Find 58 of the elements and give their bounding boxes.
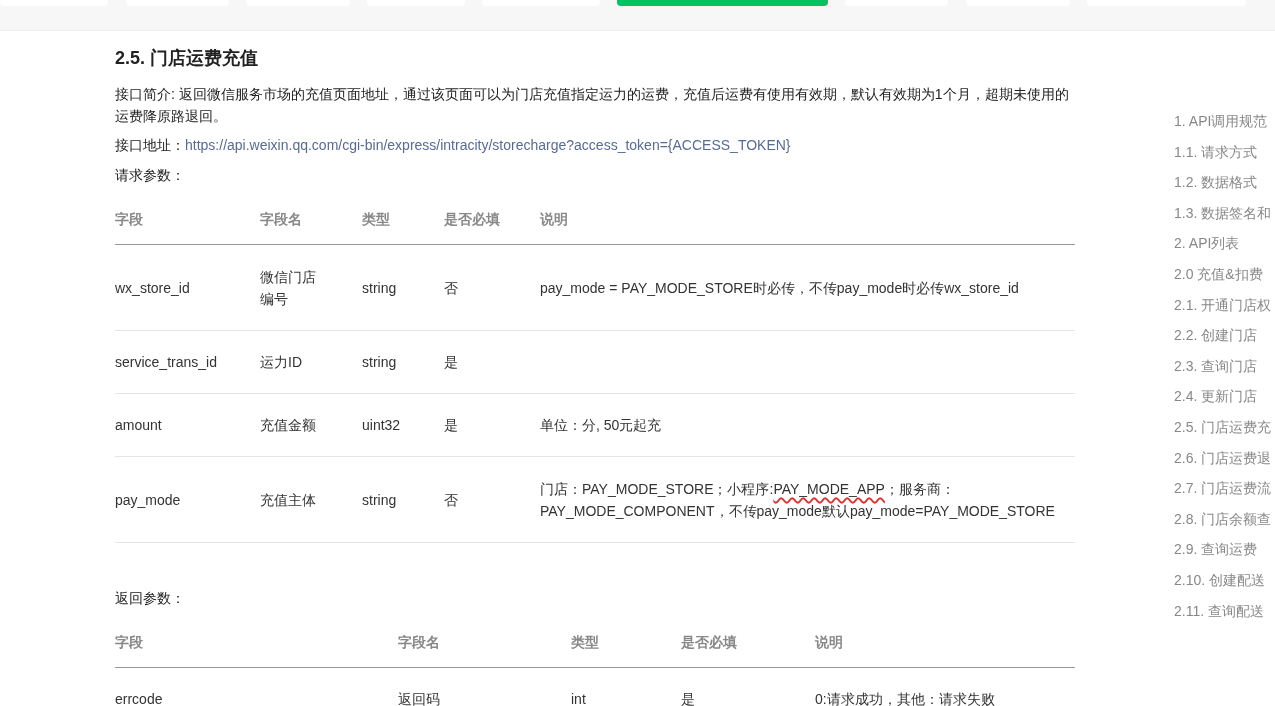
column-header: 说明 (815, 634, 843, 650)
intro-text: 接口简介: 返回微信服务市场的充值页面地址，通过该页面可以为门店充值指定运力的运费，充值后运费有使用有效期，默认有效期为1个月，超期未使用的运费降原路退回。 (115, 85, 1070, 126)
response-params-label: 返回参数： (115, 589, 186, 608)
table-cell: 门店：PAY_MODE_STORE；小程序:PAY_MODE_APP；服务商：PAY_MODE_COMPONENT，不传pay_mode默认pay_mode=PAY_MODE_STORE (540, 481, 1055, 519)
table-cell: 否 (444, 280, 458, 296)
table-cell: 返回码 (398, 691, 440, 706)
table-cell: wx_store_id (115, 280, 190, 296)
table-cell: 单位：分, 50元起充 (540, 417, 662, 433)
column-header: 是否必填 (444, 211, 500, 227)
table-cell: uint32 (362, 417, 401, 433)
table-cell: 微信门店编号 (260, 269, 316, 307)
table-cell: string (362, 280, 397, 296)
toc-link[interactable]: 2.9. 查询运费 (1174, 539, 1258, 560)
table-cell: 否 (444, 492, 458, 508)
column-header: 字段名 (398, 634, 440, 650)
nav-tab[interactable] (617, 0, 828, 6)
table-cell: string (362, 492, 397, 508)
column-header: 类型 (362, 211, 390, 227)
table-cell: pay_mode (115, 492, 181, 508)
toc-link[interactable]: 2.6. 门店运费退 (1174, 447, 1272, 468)
table-cell: 是 (444, 417, 458, 433)
toc-link[interactable]: 2.11. 查询配送 (1174, 600, 1264, 621)
toc-link[interactable]: 2.2. 创建门店 (1174, 325, 1258, 346)
table-cell: 是 (681, 691, 695, 706)
toc-link[interactable]: 2.4. 更新门店 (1174, 386, 1258, 407)
section-title: 2.5. 门店运费充值 (115, 47, 260, 70)
column-header: 字段 (115, 211, 143, 227)
toc-link[interactable]: 1.1. 请求方式 (1174, 141, 1258, 162)
column-header: 字段名 (260, 211, 302, 227)
toc-link[interactable]: 1.3. 数据签名和 (1174, 202, 1272, 223)
toc-link[interactable]: 2.0 充值&扣费 (1174, 263, 1263, 284)
table-cell: string (362, 354, 397, 370)
toc-link[interactable]: 2. API列表 (1174, 233, 1240, 254)
toc-link[interactable]: 2.10. 创建配送 (1174, 569, 1266, 590)
table-cell: service_trans_id (115, 354, 217, 370)
table-cell: int (571, 691, 586, 706)
toc-link[interactable]: 1.2. 数据格式 (1174, 172, 1258, 193)
column-header: 类型 (571, 634, 599, 650)
address-label: 接口地址： (115, 137, 185, 153)
toc-link[interactable]: 2.3. 查询门店 (1174, 355, 1258, 376)
toc-link[interactable]: 2.7. 门店运费流 (1174, 478, 1272, 499)
request-params-label: 请求参数： (115, 166, 186, 185)
table-cell: errcode (115, 691, 163, 706)
column-header: 是否必填 (681, 634, 737, 650)
table-cell: 是 (444, 354, 458, 370)
table-cell: 充值金额 (260, 417, 316, 433)
table-cell: 0:请求成功，其他：请求失败 (815, 691, 995, 706)
toc-link[interactable]: 1. API调用规范 (1174, 111, 1268, 131)
toc-link[interactable]: 2.5. 门店运费充 (1174, 416, 1272, 437)
column-header: 说明 (540, 211, 568, 227)
table-cell: pay_mode = PAY_MODE_STORE时必传，不传pay_mode时必传wx_store_id (540, 280, 1019, 296)
toc-link[interactable]: 2.1. 开通门店权 (1174, 294, 1272, 315)
column-header: 字段 (115, 634, 143, 650)
api-url-link[interactable]: https://api.weixin.qq.com/cgi-bin/express/intracity/storecharge?access_token={ACCESS_TOKEN} (185, 137, 791, 153)
table-cell: amount (115, 417, 162, 433)
table-cell: 充值主体 (260, 492, 316, 508)
toc-link[interactable]: 2.8. 门店余额查 (1174, 508, 1272, 529)
table-cell: 运力ID (260, 354, 302, 370)
